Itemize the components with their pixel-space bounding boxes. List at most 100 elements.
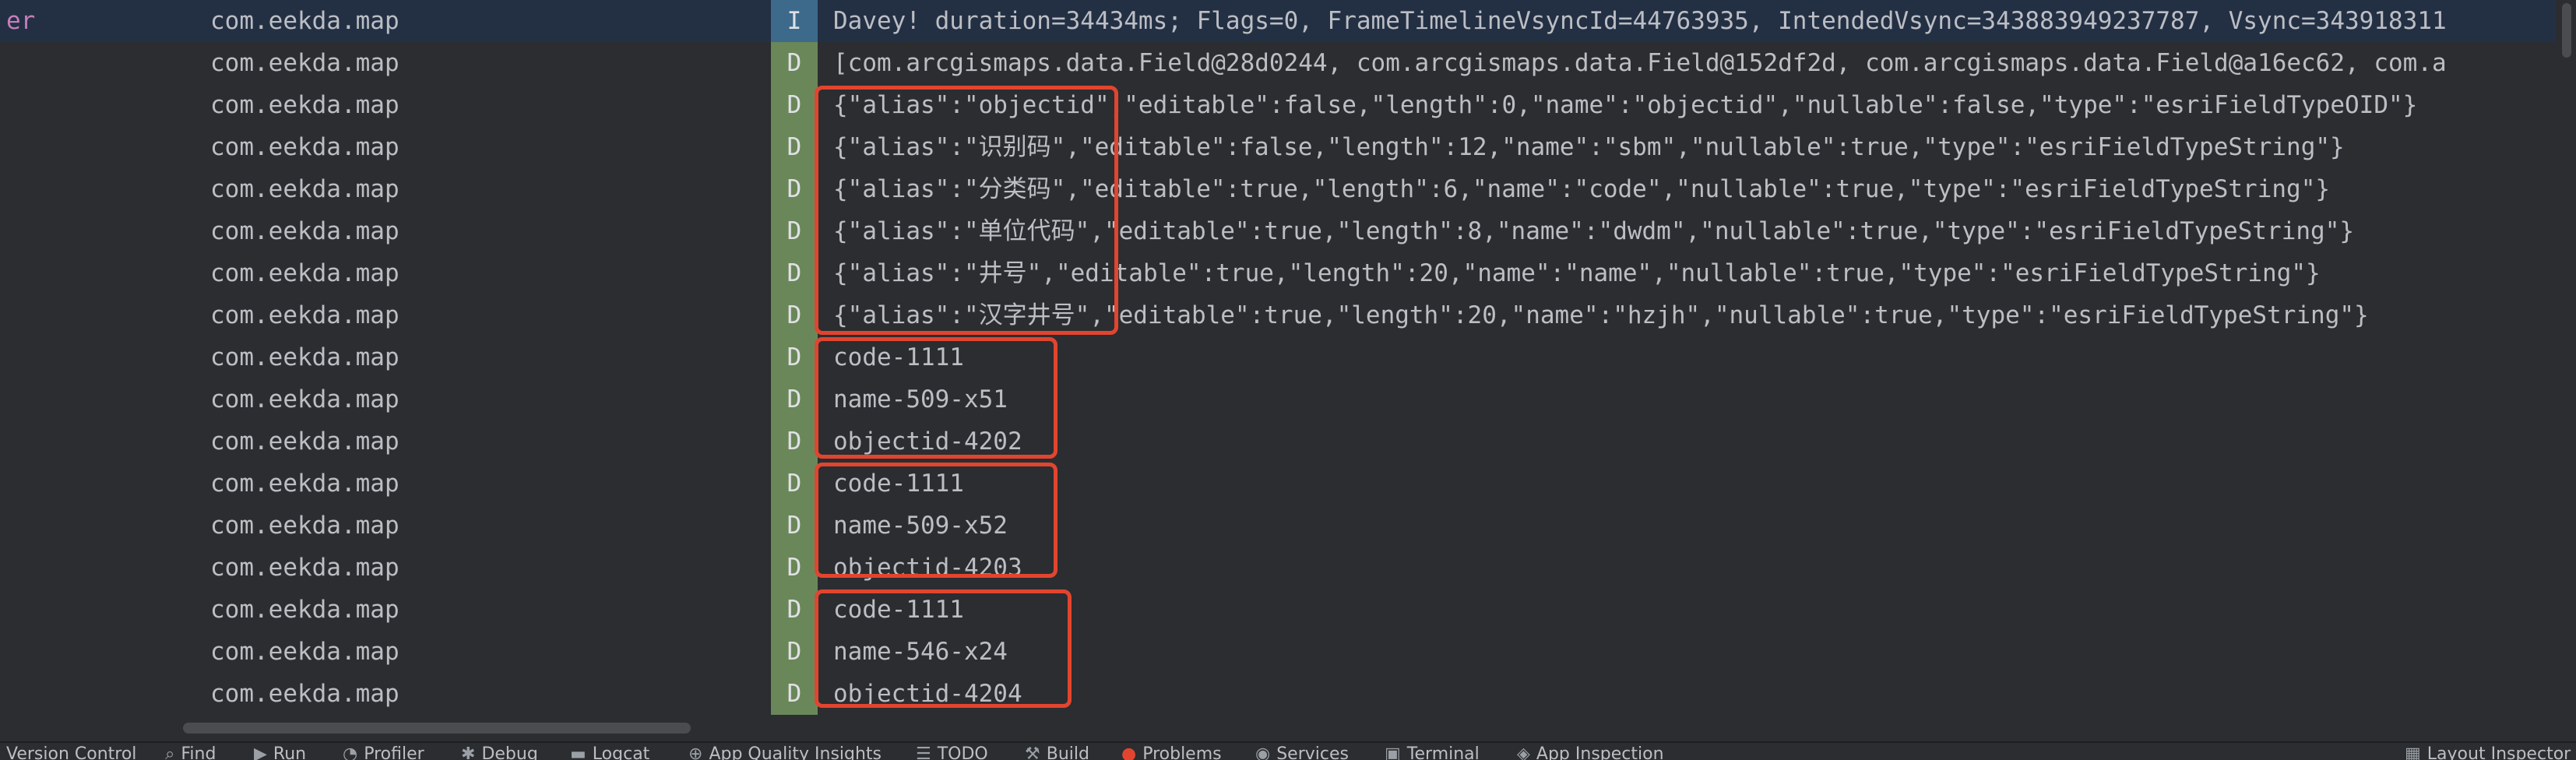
tool-label: Build — [1046, 744, 1089, 760]
logcat-panel[interactable]: er com.eekda.map I Davey! duration=34434… — [0, 0, 2576, 718]
log-row[interactable]: com.eekda.map D {"alias":"单位代码","editabl… — [0, 210, 2576, 252]
log-level-badge: D — [771, 42, 818, 84]
log-package: com.eekda.map — [210, 91, 399, 119]
log-level-badge: D — [771, 505, 818, 547]
tool-version-control[interactable]: Version Control — [6, 743, 136, 760]
tool-terminal[interactable]: ▣ Terminal — [1385, 743, 1480, 760]
log-row[interactable]: com.eekda.map D {"alias":"分类码","editable… — [0, 168, 2576, 210]
log-row[interactable]: com.eekda.map D {"alias":"识别码","editable… — [0, 126, 2576, 168]
log-row[interactable]: com.eekda.map D {"alias":"objectid","edi… — [0, 84, 2576, 126]
log-level-badge: D — [771, 463, 818, 505]
log-row[interactable]: com.eekda.map D name-546-x24 — [0, 631, 2576, 673]
tool-build[interactable]: ⚒ Build — [1025, 743, 1089, 760]
log-row[interactable]: com.eekda.map D name-509-x51 — [0, 378, 2576, 420]
annotation-box-record-2 — [815, 463, 1057, 578]
terminal-icon: ▣ — [1385, 744, 1401, 760]
log-level-badge: D — [771, 336, 818, 378]
log-row[interactable]: er com.eekda.map I Davey! duration=34434… — [0, 0, 2576, 42]
gauge-icon: ◔ — [343, 744, 358, 760]
log-package: com.eekda.map — [210, 680, 399, 708]
hammer-icon: ⚒ — [1025, 744, 1040, 760]
log-package: com.eekda.map — [210, 133, 399, 161]
log-row[interactable]: com.eekda.map D objectid-4202 — [0, 420, 2576, 463]
log-level-badge: D — [771, 673, 818, 715]
log-level-badge: D — [771, 294, 818, 336]
tool-label: Find — [181, 744, 216, 760]
tool-label: App Quality Insights — [709, 744, 882, 760]
tool-profiler[interactable]: ◔ Profiler — [343, 743, 424, 760]
tool-services[interactable]: ◉ Services — [1255, 743, 1349, 760]
log-package: com.eekda.map — [210, 259, 399, 287]
log-level-badge: D — [771, 252, 818, 294]
log-row[interactable]: com.eekda.map D code-1111 — [0, 589, 2576, 631]
log-package: com.eekda.map — [210, 301, 399, 329]
list-icon: ☰ — [916, 744, 931, 760]
log-package: com.eekda.map — [210, 175, 399, 203]
logcat-icon: ▬ — [570, 744, 586, 760]
log-package: com.eekda.map — [210, 343, 399, 371]
log-row[interactable]: com.eekda.map D objectid-4204 — [0, 673, 2576, 715]
tool-label: TODO — [937, 744, 988, 760]
vertical-scrollbar-thumb[interactable] — [2562, 3, 2571, 58]
tool-window-bar: Version Control ⌕ Find ▶ Run ◔ Profiler ✱ De… — [0, 741, 2576, 760]
tool-label: App Inspection — [1536, 744, 1664, 760]
vertical-scrollbar[interactable] — [2556, 0, 2576, 718]
annotation-box-record-1 — [815, 337, 1057, 459]
tool-label: Services — [1276, 744, 1349, 760]
log-level-badge: D — [771, 84, 818, 126]
bug-icon: ✱ — [461, 744, 476, 760]
tool-todo[interactable]: ☰ TODO — [916, 743, 988, 760]
log-level-badge: I — [771, 0, 818, 42]
log-level-badge: D — [771, 589, 818, 631]
layout-icon: ▦ — [2405, 744, 2421, 760]
tool-label: Run — [273, 744, 307, 760]
tool-label: Terminal — [1406, 744, 1480, 760]
log-level-badge: D — [771, 210, 818, 252]
log-package: com.eekda.map — [210, 7, 399, 35]
log-row[interactable]: com.eekda.map D code-1111 — [0, 463, 2576, 505]
log-row[interactable]: com.eekda.map D [com.arcgismaps.data.Fie… — [0, 42, 2576, 84]
tool-app-quality-insights[interactable]: ⊕ App Quality Insights — [688, 743, 882, 760]
tool-label: Debug — [481, 744, 538, 760]
tool-problems[interactable]: ● Problems — [1121, 743, 1222, 760]
log-package: com.eekda.map — [210, 217, 399, 245]
error-icon: ● — [1121, 744, 1137, 760]
log-level-badge: D — [771, 126, 818, 168]
tool-label: Profiler — [364, 744, 424, 760]
log-package: com.eekda.map — [210, 554, 399, 582]
log-package: com.eekda.map — [210, 385, 399, 413]
tool-label: Logcat — [592, 744, 650, 760]
tool-layout-inspector[interactable]: ▦ Layout Inspector — [2405, 743, 2571, 760]
log-level-badge: D — [771, 168, 818, 210]
tool-logcat[interactable]: ▬ Logcat — [570, 743, 649, 760]
services-icon: ◉ — [1255, 744, 1271, 760]
log-row[interactable]: com.eekda.map D name-509-x52 — [0, 505, 2576, 547]
tool-app-inspection[interactable]: ◈ App Inspection — [1517, 743, 1664, 760]
log-package: com.eekda.map — [210, 596, 399, 624]
play-icon: ▶ — [254, 744, 267, 760]
log-level-badge: D — [771, 378, 818, 420]
log-row[interactable]: com.eekda.map D {"alias":"汉字井号","editabl… — [0, 294, 2576, 336]
log-level-badge: D — [771, 547, 818, 589]
annotation-box-fields — [815, 86, 1118, 335]
tool-label: Problems — [1142, 744, 1222, 760]
tool-label: Version Control — [6, 744, 137, 760]
annotation-box-record-3 — [815, 589, 1072, 708]
log-package: com.eekda.map — [210, 470, 399, 498]
log-row[interactable]: com.eekda.map D code-1111 — [0, 336, 2576, 378]
search-icon: ⌕ — [165, 744, 175, 760]
log-row[interactable]: com.eekda.map D objectid-4203 — [0, 547, 2576, 589]
globe-icon: ⊕ — [688, 744, 703, 760]
tool-run[interactable]: ▶ Run — [254, 743, 306, 760]
log-level-badge: D — [771, 631, 818, 673]
tool-label: Layout Inspector — [2426, 744, 2571, 760]
log-package: com.eekda.map — [210, 428, 399, 456]
log-row[interactable]: com.eekda.map D {"alias":"井号","editable"… — [0, 252, 2576, 294]
log-message: Davey! duration=34434ms; Flags=0, FrameT… — [833, 7, 2447, 35]
log-message: [com.arcgismaps.data.Field@28d0244, com.… — [833, 49, 2447, 77]
horizontal-scrollbar-thumb[interactable] — [183, 723, 691, 734]
tool-debug[interactable]: ✱ Debug — [461, 743, 538, 760]
log-package: com.eekda.map — [210, 512, 399, 540]
tool-find[interactable]: ⌕ Find — [165, 743, 216, 760]
log-level-badge: D — [771, 420, 818, 463]
